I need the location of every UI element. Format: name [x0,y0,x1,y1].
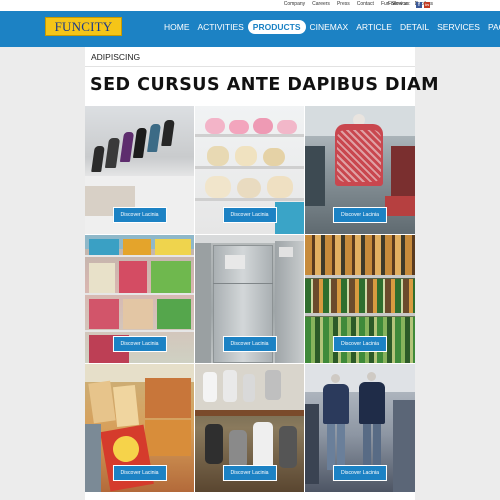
top-utility-bar: Company Careers Press Contact Fun Servic… [0,0,500,11]
main-nav: HOME ACTIVITIES PRODUCTS CINEMAX ARTICLE… [160,20,500,34]
utility-link-company[interactable]: Company [284,1,305,7]
product-tile-bottles[interactable]: Discover Lacinia [305,235,415,363]
utility-link-press[interactable]: Press [337,1,350,7]
product-tile-mixers[interactable]: Discover Lacinia [195,364,304,492]
discover-button[interactable]: Discover Lacinia [112,465,167,481]
discover-button[interactable]: Discover Lacinia [222,336,277,352]
section-subtitle: ADIPISCING [91,52,141,62]
product-tile-shirt[interactable]: Discover Lacinia [305,106,415,234]
discover-button[interactable]: Discover Lacinia [332,336,388,352]
product-tile-irons[interactable]: Discover Lacinia [85,106,194,234]
discover-button[interactable]: Discover Lacinia [222,465,277,481]
divider [85,66,415,67]
utility-link-careers[interactable]: Careers [312,1,330,7]
nav-cinemax[interactable]: CINEMAX [306,20,353,34]
product-tile-refrigerators[interactable]: Discover Lacinia [195,235,304,363]
nav-detail[interactable]: DETAIL [396,20,433,34]
product-tile-teddy-bears[interactable]: Discover Lacinia [195,106,304,234]
nav-pages[interactable]: PAGES [484,20,500,34]
nav-products[interactable]: PRODUCTS [247,20,306,34]
utility-links: Company Careers Press Contact Fun Servic… [284,1,433,7]
site-logo[interactable]: FUNCITY [45,17,122,36]
utility-link-contact[interactable]: Contact [357,1,374,7]
nav-services[interactable]: SERVICES [433,20,484,34]
discover-button[interactable]: Discover Lacinia [112,207,167,223]
product-grid: Discover Lacinia Discover Lacinia Discov… [85,106,415,492]
discover-button[interactable]: Discover Lacinia [332,465,388,481]
discover-button[interactable]: Discover Lacinia [222,207,277,223]
product-tile-menswear[interactable]: Discover Lacinia [305,364,415,492]
product-tile-folded-clothes[interactable]: Discover Lacinia [85,235,194,363]
content-panel: ADIPISCING SED CURSUS ANTE DAPIBUS DIAM … [85,47,439,500]
nav-activities[interactable]: ACTIVITIES [194,20,248,34]
discover-button[interactable]: Discover Lacinia [332,207,388,223]
facebook-icon[interactable]: f [416,2,422,8]
linkedin-icon[interactable]: in [424,2,430,8]
nav-home[interactable]: HOME [160,20,194,34]
page-title: SED CURSUS ANTE DAPIBUS DIAM [90,75,440,95]
follow-us-label: Follow us: [388,1,411,7]
discover-button[interactable]: Discover Lacinia [112,336,167,352]
nav-article[interactable]: ARTICLE [352,20,396,34]
product-tile-groceries[interactable]: Discover Lacinia [85,364,194,492]
header-nav-band: FUNCITY HOME ACTIVITIES PRODUCTS CINEMAX… [0,11,500,47]
